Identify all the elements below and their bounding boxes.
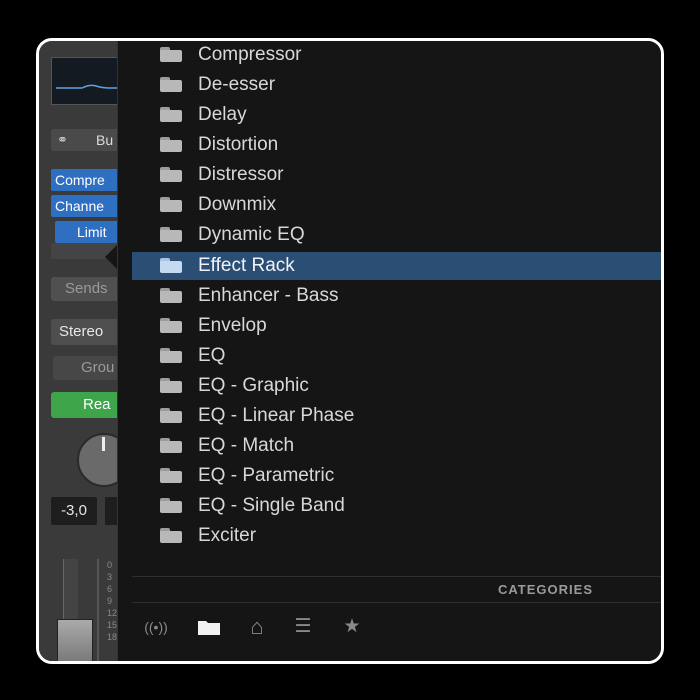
scale-tick: 18 bbox=[107, 632, 118, 642]
link-icon: ⚭ bbox=[57, 132, 68, 147]
folder-icon bbox=[160, 107, 182, 122]
category-label: EQ - Graphic bbox=[198, 375, 309, 396]
category-label: Downmix bbox=[198, 194, 277, 215]
category-item-enhancer-bass[interactable]: Enhancer - Bass bbox=[132, 282, 661, 310]
category-item-eq-graphic[interactable]: EQ - Graphic bbox=[132, 372, 661, 400]
folder-icon bbox=[160, 318, 182, 333]
folder-icon bbox=[160, 288, 182, 303]
category-item-compressor[interactable]: Compressor bbox=[132, 41, 661, 69]
level-meter bbox=[97, 559, 99, 661]
fader-scale: 0 3 6 9 12 15 18 bbox=[107, 559, 117, 643]
folder-icon bbox=[160, 468, 182, 483]
category-label: Effect Rack bbox=[198, 255, 295, 276]
link-button-label: Bu bbox=[96, 132, 114, 148]
category-label: Distressor bbox=[198, 164, 284, 185]
category-list: Compressor De-esser Delay Distortion Dis… bbox=[118, 41, 661, 571]
category-item-downmix[interactable]: Downmix bbox=[132, 191, 661, 219]
category-item-envelop[interactable]: Envelop bbox=[132, 312, 661, 340]
folder-icon[interactable] bbox=[196, 615, 222, 639]
category-label: De-esser bbox=[198, 74, 276, 95]
category-label: Compressor bbox=[198, 44, 302, 65]
folder-icon bbox=[160, 378, 182, 393]
category-item-distressor[interactable]: Distressor bbox=[132, 161, 661, 189]
category-popup-menu: Compressor De-esser Delay Distortion Dis… bbox=[117, 41, 661, 661]
folder-icon bbox=[160, 137, 182, 152]
category-label: Exciter bbox=[198, 525, 257, 546]
scale-tick: 0 bbox=[107, 560, 113, 570]
scale-tick: 6 bbox=[107, 584, 113, 594]
category-label: Dynamic EQ bbox=[198, 224, 305, 245]
category-label: EQ bbox=[198, 345, 226, 366]
category-item-distortion[interactable]: Distortion bbox=[132, 131, 661, 159]
category-item-delay[interactable]: Delay bbox=[132, 101, 661, 129]
category-item-de-esser[interactable]: De-esser bbox=[132, 71, 661, 99]
divider bbox=[132, 576, 661, 577]
category-label: EQ - Match bbox=[198, 435, 295, 456]
folder-icon bbox=[160, 348, 182, 363]
category-item-eq-parametric[interactable]: EQ - Parametric bbox=[132, 462, 661, 490]
scale-tick: 12 bbox=[107, 608, 118, 618]
broadcast-icon[interactable]: ((•)) bbox=[136, 615, 176, 639]
category-label: EQ - Single Band bbox=[198, 495, 345, 516]
home-icon[interactable]: ⌂ bbox=[242, 615, 272, 639]
category-label: EQ - Linear Phase bbox=[198, 405, 355, 426]
folder-icon bbox=[160, 438, 182, 453]
category-label: EQ - Parametric bbox=[198, 465, 335, 486]
folder-icon bbox=[160, 47, 182, 62]
list-icon[interactable]: ☰ bbox=[290, 615, 316, 639]
folder-icon bbox=[160, 77, 182, 92]
category-label: Enhancer - Bass bbox=[198, 285, 339, 306]
category-item-eq-match[interactable]: EQ - Match bbox=[132, 432, 661, 460]
app-window: ⚭ Bu Compre Channe Limit Sends Stereo Gr… bbox=[36, 38, 664, 664]
section-title: CATEGORIES bbox=[498, 582, 593, 597]
scale-tick: 3 bbox=[107, 572, 113, 582]
folder-icon bbox=[160, 408, 182, 423]
category-item-eq[interactable]: EQ bbox=[132, 342, 661, 370]
folder-icon bbox=[160, 197, 182, 212]
folder-icon bbox=[160, 498, 182, 513]
folder-icon bbox=[160, 258, 182, 273]
folder-icon bbox=[160, 227, 182, 242]
divider bbox=[132, 602, 661, 603]
category-item-dynamic-eq[interactable]: Dynamic EQ bbox=[132, 221, 661, 249]
scale-tick: 15 bbox=[107, 620, 118, 630]
category-label: Envelop bbox=[198, 315, 267, 336]
category-item-exciter[interactable]: Exciter bbox=[132, 522, 661, 550]
folder-icon bbox=[160, 528, 182, 543]
category-label: Delay bbox=[198, 104, 247, 125]
category-item-eq-linear-phase[interactable]: EQ - Linear Phase bbox=[132, 402, 661, 430]
category-item-effect-rack[interactable]: Effect Rack bbox=[132, 252, 661, 280]
volume-fader[interactable] bbox=[57, 619, 93, 661]
category-label: Distortion bbox=[198, 134, 279, 155]
folder-icon bbox=[160, 167, 182, 182]
scale-tick: 9 bbox=[107, 596, 113, 606]
category-item-eq-single-band[interactable]: EQ - Single Band bbox=[132, 492, 661, 520]
volume-readout[interactable]: -3,0 bbox=[51, 497, 97, 525]
star-icon[interactable]: ★ bbox=[338, 615, 366, 639]
